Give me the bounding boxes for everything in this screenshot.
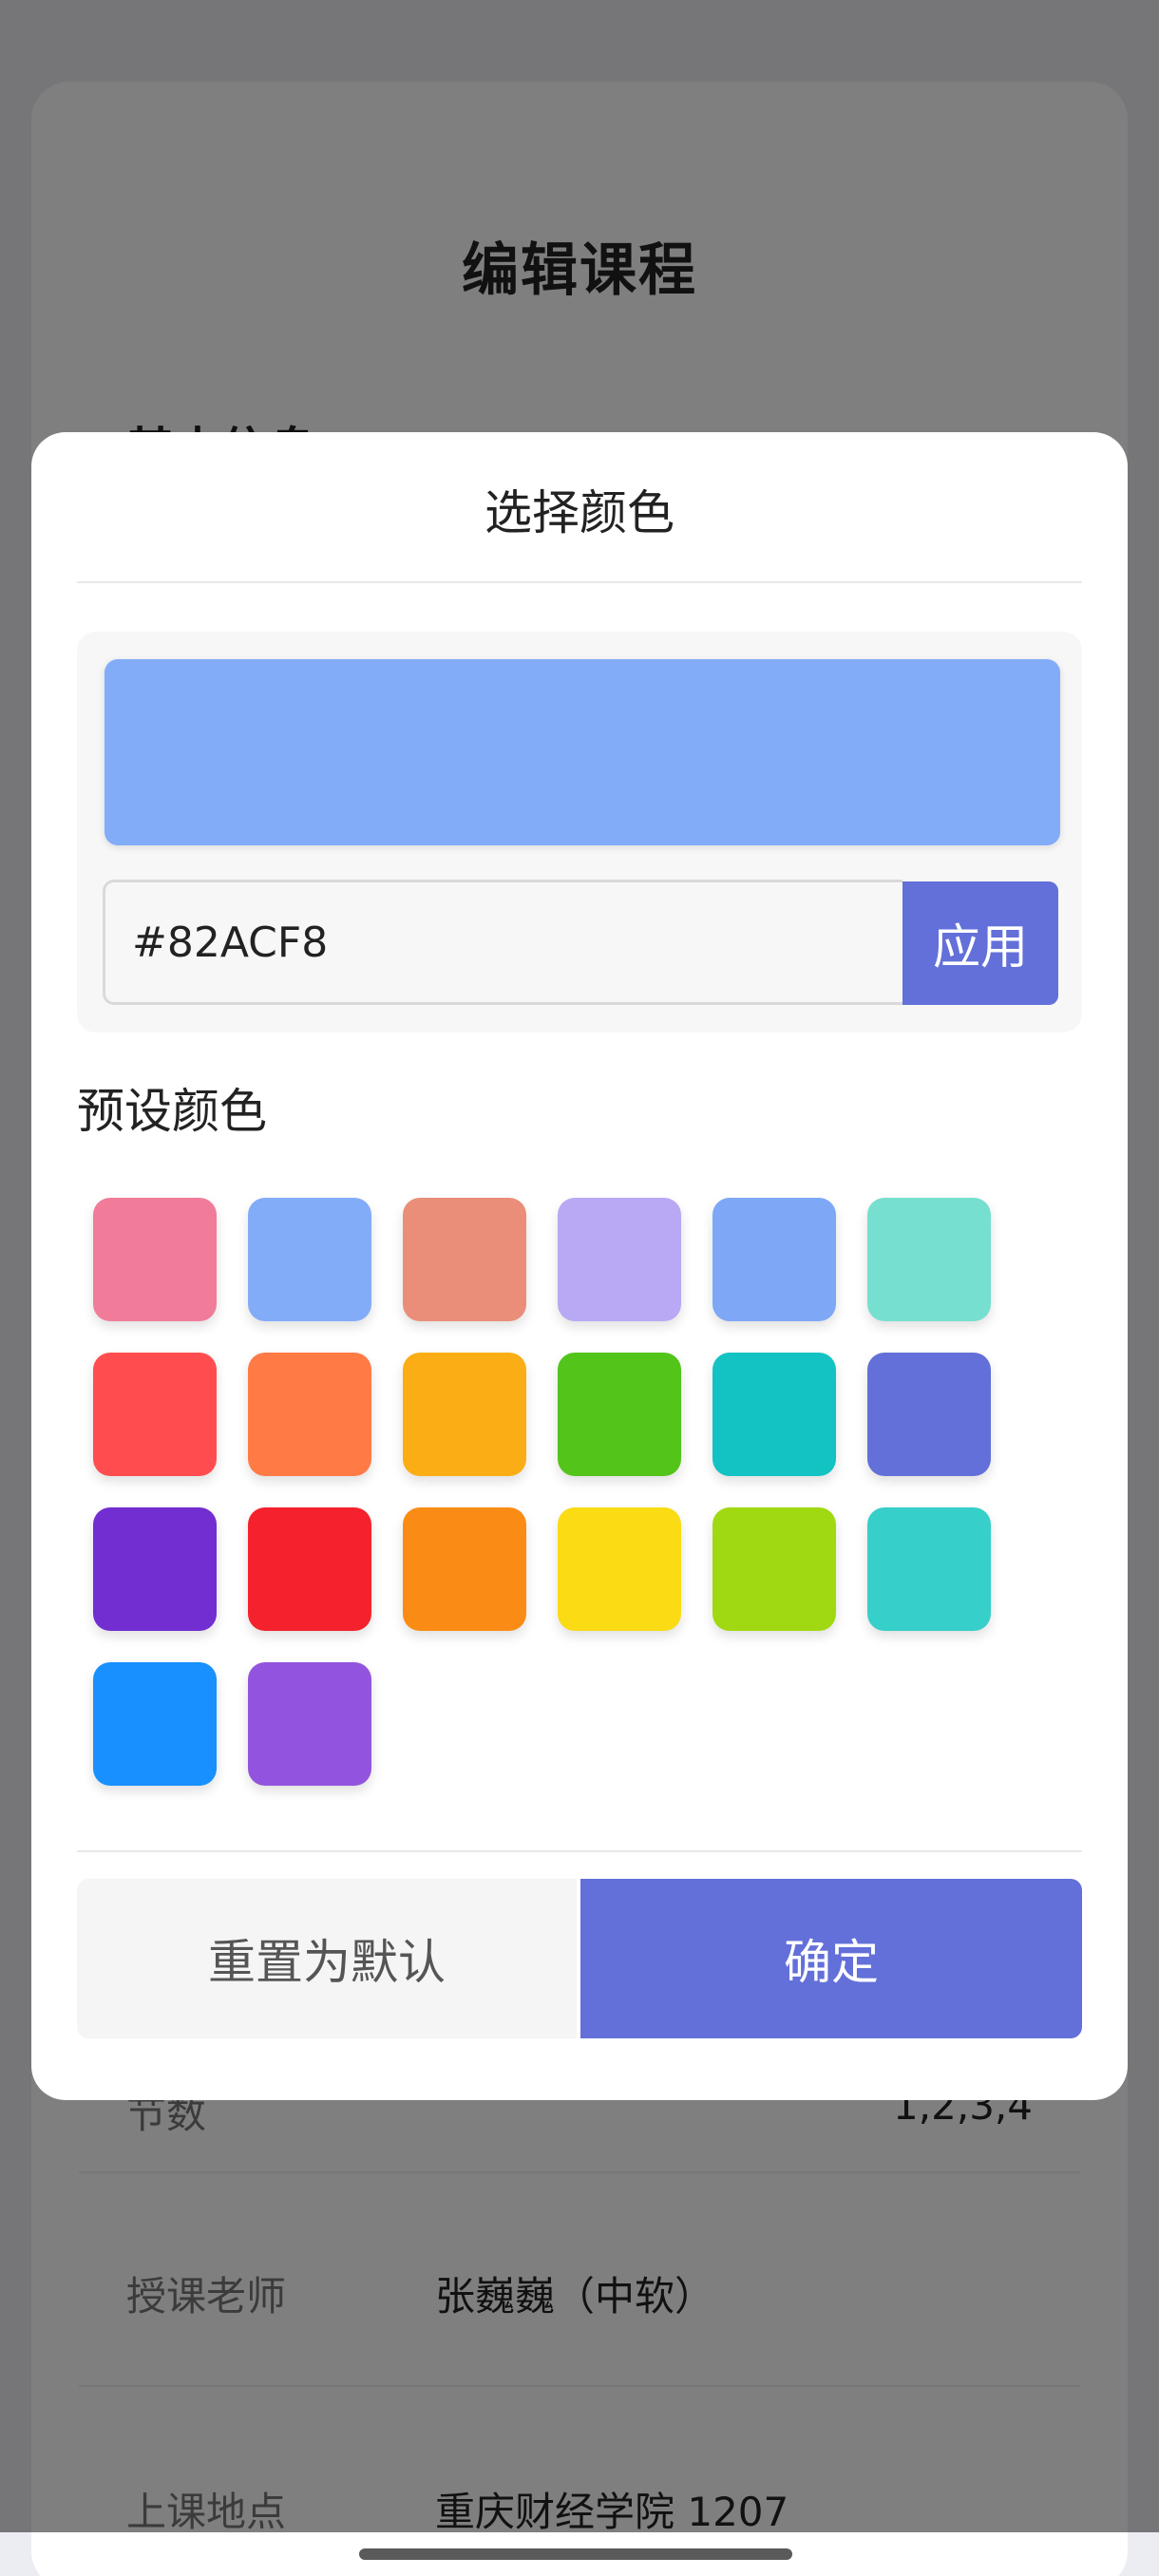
confirm-button[interactable]: 确定 [580, 1879, 1082, 2038]
hex-color-input[interactable] [103, 880, 902, 1005]
color-swatch[interactable] [93, 1353, 217, 1476]
color-swatch[interactable] [558, 1198, 681, 1321]
color-swatch[interactable] [248, 1662, 371, 1786]
color-swatch[interactable] [93, 1198, 217, 1321]
color-swatch[interactable] [248, 1353, 371, 1476]
color-preview [104, 659, 1060, 845]
color-swatch[interactable] [403, 1507, 526, 1631]
home-indicator[interactable] [359, 2548, 792, 2560]
color-swatch[interactable] [712, 1507, 836, 1631]
apply-button[interactable]: 应用 [902, 881, 1058, 1005]
preset-colors-label: 预设颜色 [77, 1084, 267, 1139]
color-swatch[interactable] [867, 1507, 991, 1631]
title-divider [77, 581, 1082, 583]
footer-divider [77, 1850, 1082, 1852]
color-swatch[interactable] [558, 1353, 681, 1476]
color-swatch[interactable] [558, 1507, 681, 1631]
color-swatch[interactable] [93, 1507, 217, 1631]
color-swatch[interactable] [93, 1662, 217, 1786]
dialog-title: 选择颜色 [484, 485, 674, 540]
color-swatch[interactable] [712, 1198, 836, 1321]
color-swatch[interactable] [248, 1507, 371, 1631]
color-swatch[interactable] [248, 1198, 371, 1321]
reset-default-button[interactable]: 重置为默认 [77, 1879, 577, 2038]
color-swatch[interactable] [403, 1353, 526, 1476]
color-swatch[interactable] [403, 1198, 526, 1321]
color-swatch[interactable] [867, 1353, 991, 1476]
color-swatch[interactable] [867, 1198, 991, 1321]
color-swatch[interactable] [712, 1353, 836, 1476]
